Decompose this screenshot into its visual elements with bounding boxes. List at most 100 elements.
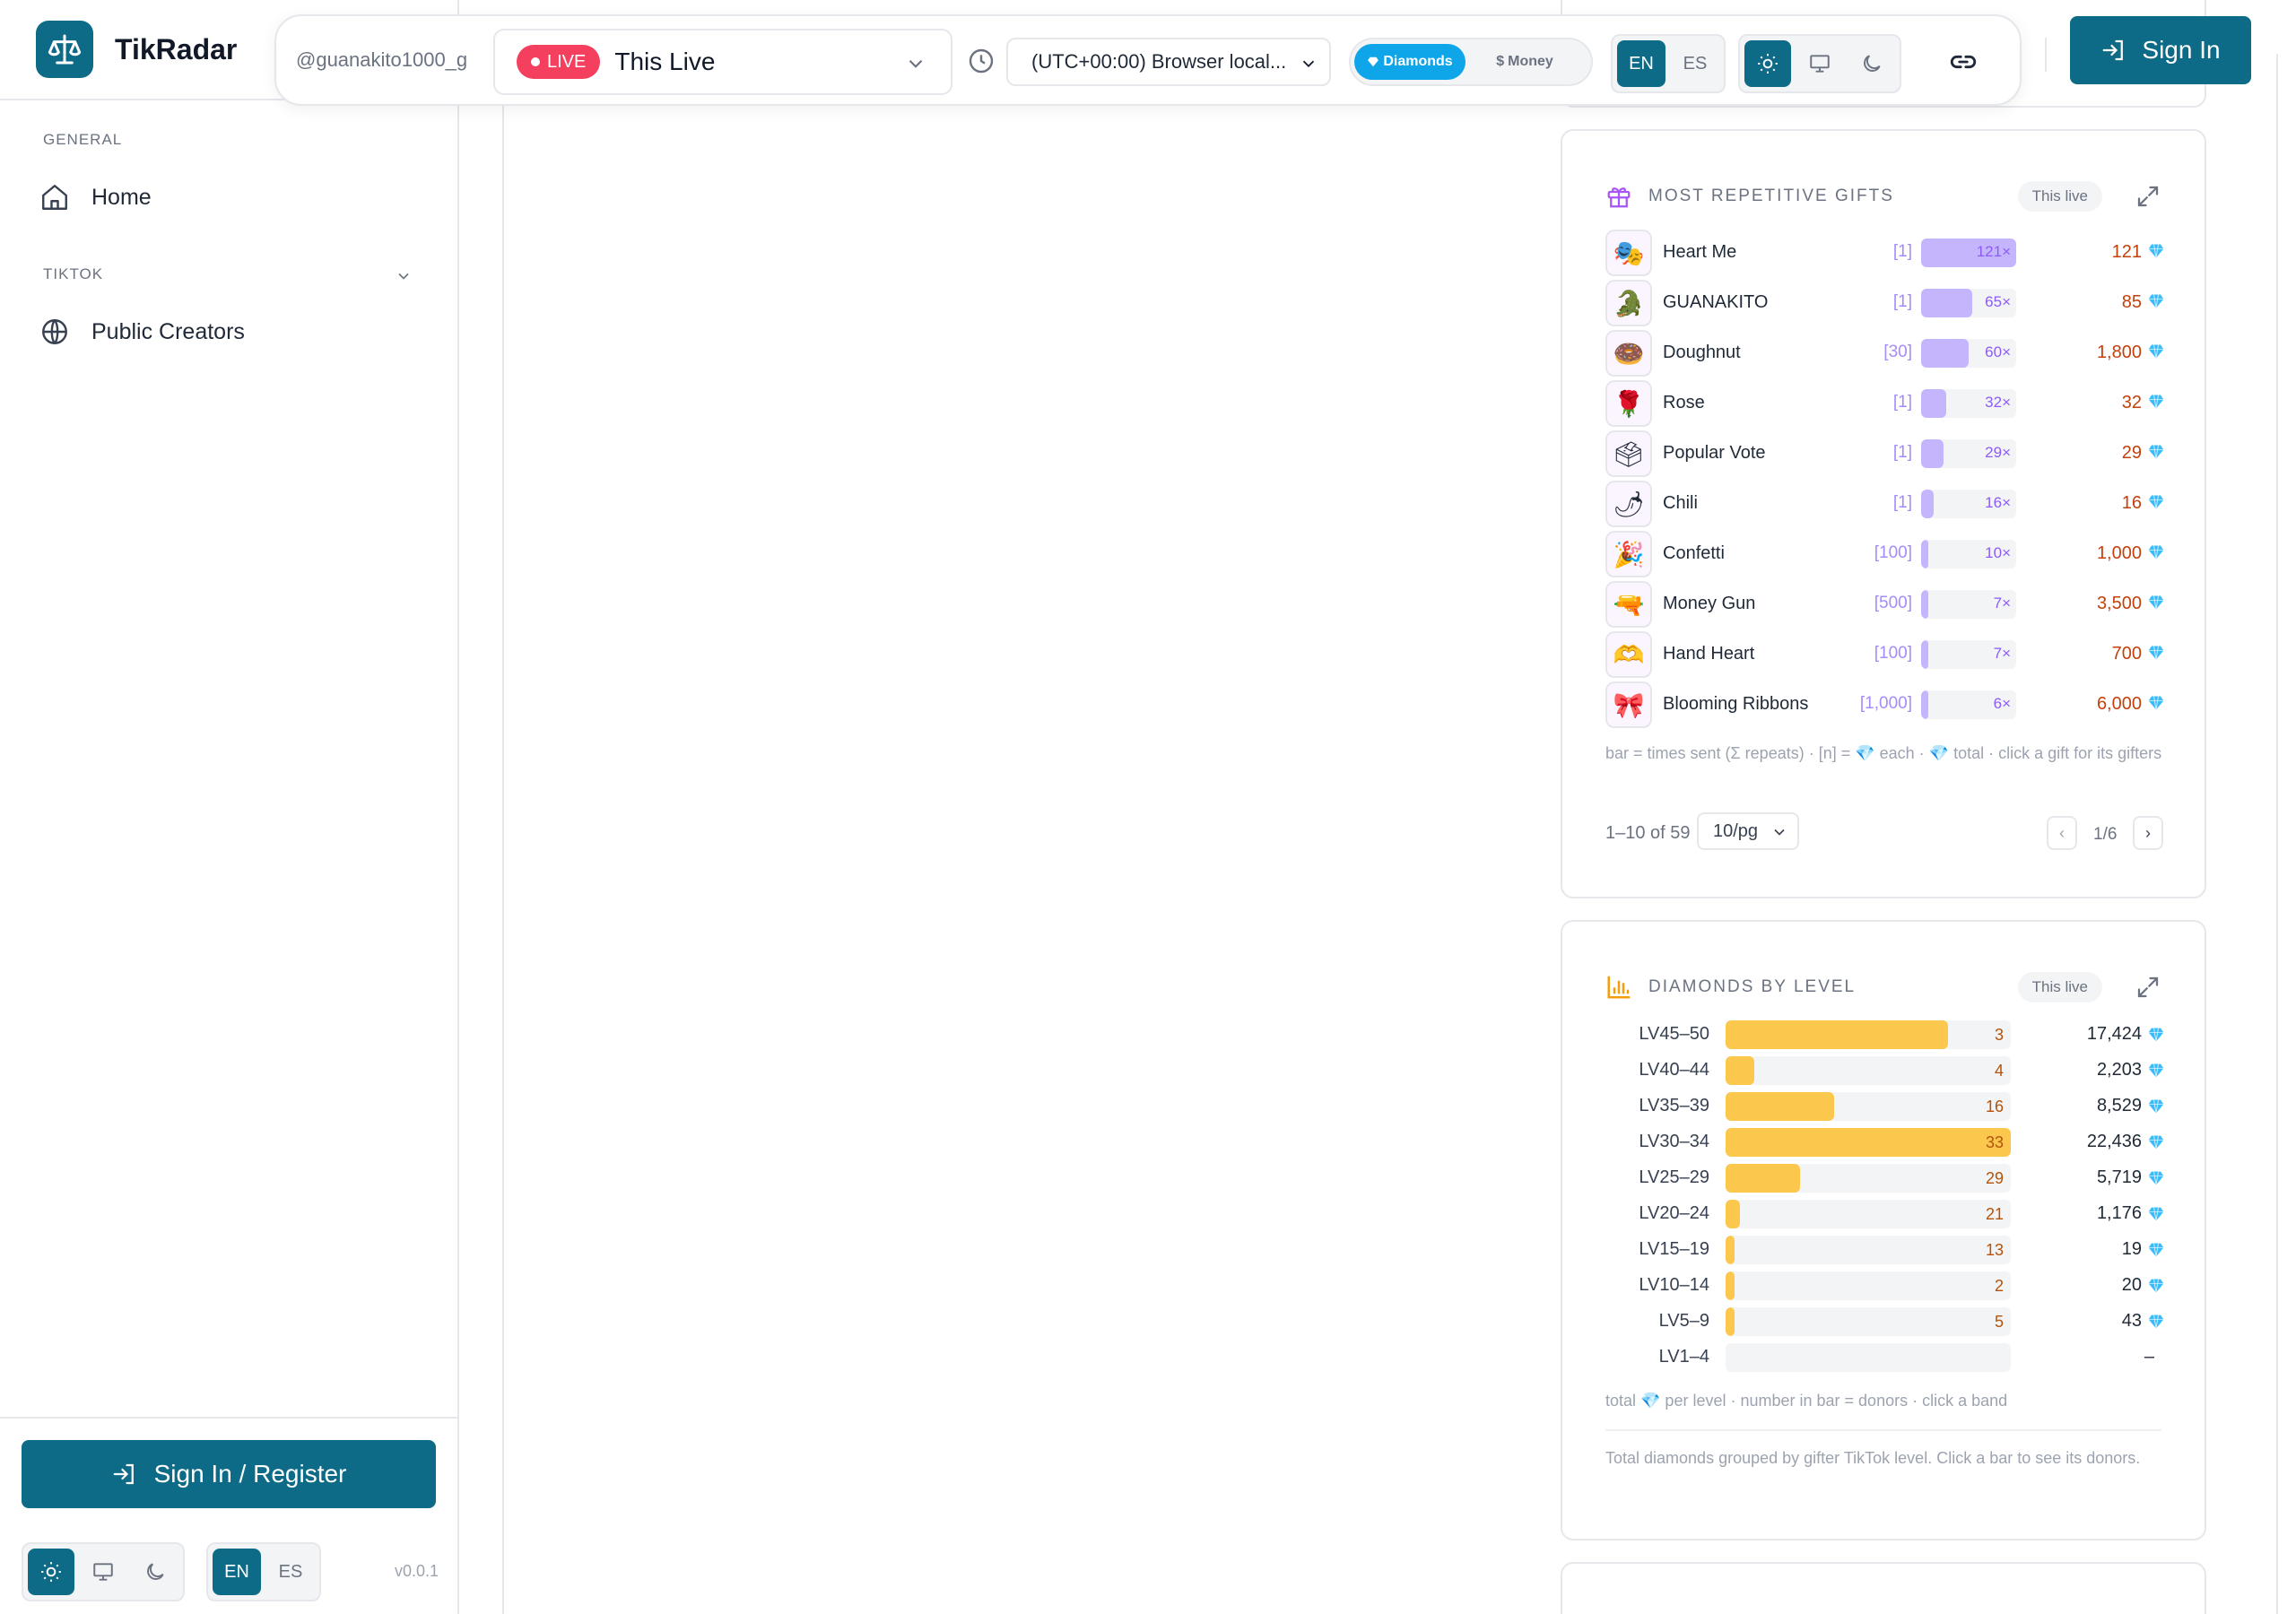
gift-bar[interactable]: 65× [1921, 289, 2016, 317]
gift-bar-fill [1921, 289, 1973, 317]
lang-en-button[interactable]: EN [213, 1549, 261, 1595]
level-bar[interactable] [1726, 1343, 2011, 1372]
lang-es-button[interactable]: ES [1671, 40, 1719, 87]
timezone-select[interactable]: (UTC+00:00) Browser local... [1006, 38, 1331, 86]
money-gun-gift-icon: 🔫 [1605, 581, 1652, 628]
light-theme-button[interactable] [1744, 40, 1791, 87]
popular-vote-gift-icon: 🗳 [1605, 430, 1652, 477]
light-theme-button[interactable] [28, 1549, 74, 1595]
divider [0, 1417, 459, 1419]
monitor-icon [93, 1563, 113, 1581]
sign-in-register-button[interactable]: Sign In / Register [22, 1440, 436, 1508]
gift-name: Doughnut [1663, 343, 1741, 362]
level-band-label: LV25–29 [1639, 1167, 1709, 1187]
sign-in-button[interactable]: Sign In [2070, 16, 2251, 84]
brand[interactable]: TikRadar [36, 20, 237, 79]
gift-bar[interactable]: 121× [1921, 239, 2016, 267]
money-label: Money [1508, 54, 1553, 69]
gift-row[interactable]: 🌶 Chili [1] 16× 16 [1605, 481, 2164, 529]
gift-row[interactable]: 🗳 Popular Vote [1] 29× 29 [1605, 430, 2164, 479]
diamonds-toggle-button[interactable]: Diamonds [1354, 44, 1465, 80]
gift-row[interactable]: 🍩 Doughnut [30] 60× 1,800 [1605, 330, 2164, 378]
money-toggle-button[interactable]: $ Money [1469, 44, 1580, 80]
diamond-icon [2147, 1313, 2165, 1335]
dark-theme-button[interactable] [132, 1549, 178, 1595]
level-band-label: LV35–39 [1639, 1096, 1709, 1115]
level-bar[interactable]: 4 [1726, 1056, 2011, 1085]
diamond-icon [2147, 443, 2165, 465]
level-bar[interactable]: 33 [1726, 1128, 2011, 1157]
level-donor-count: 3 [1994, 1026, 2004, 1044]
link-icon[interactable] [1948, 47, 1979, 77]
gift-unit-value: [100] [1874, 543, 1912, 562]
level-donor-count: 29 [1985, 1169, 2004, 1187]
dark-theme-button[interactable] [1848, 40, 1895, 87]
level-band-row[interactable]: LV10–14 2 20 [1605, 1271, 2164, 1300]
expand-icon[interactable] [2135, 183, 2161, 210]
gift-bar[interactable]: 6× [1921, 690, 2016, 719]
level-bar[interactable]: 29 [1726, 1164, 2011, 1193]
gift-name: Rose [1663, 393, 1705, 412]
gift-bar[interactable]: 16× [1921, 490, 2016, 518]
live-session-select[interactable]: LIVE This Live [493, 29, 952, 95]
level-band-row[interactable]: LV5–9 5 43 [1605, 1307, 2164, 1336]
gift-bar[interactable]: 29× [1921, 439, 2016, 468]
level-band-label: LV10–14 [1639, 1275, 1709, 1295]
gift-unit-value: [1] [1892, 443, 1912, 462]
level-band-row[interactable]: LV15–19 13 19 [1605, 1236, 2164, 1264]
gift-bar[interactable]: 7× [1921, 640, 2016, 669]
system-theme-button[interactable] [1796, 40, 1843, 87]
gift-row[interactable]: 🎉 Confetti [100] 10× 1,000 [1605, 531, 2164, 579]
sun-icon [1758, 54, 1778, 74]
gift-times-sent: 7× [1993, 645, 2011, 662]
scales-logo-icon [36, 21, 93, 78]
level-band-label: LV40–44 [1639, 1060, 1709, 1080]
level-band-row[interactable]: LV25–29 29 5,719 [1605, 1164, 2164, 1193]
level-band-row[interactable]: LV30–34 33 22,436 [1605, 1128, 2164, 1157]
guanakito-gift-icon: 🐊 [1605, 280, 1652, 326]
sidebar-item-home[interactable]: Home [39, 178, 152, 217]
level-band-row[interactable]: LV40–44 4 2,203 [1605, 1056, 2164, 1085]
level-band-row[interactable]: LV45–50 3 17,424 [1605, 1020, 2164, 1049]
sign-in-icon [113, 1463, 134, 1485]
lang-es-button[interactable]: ES [266, 1549, 315, 1595]
sign-in-register-label: Sign In / Register [153, 1460, 347, 1488]
gift-row[interactable]: 🎀 Blooming Ribbons [1,000] 6× 6,000 [1605, 681, 2164, 730]
gift-row[interactable]: 🌹 Rose [1] 32× 32 [1605, 380, 2164, 429]
gift-bar[interactable]: 7× [1921, 590, 2016, 619]
level-band-row[interactable]: LV35–39 16 8,529 [1605, 1092, 2164, 1121]
gift-bar[interactable]: 32× [1921, 389, 2016, 418]
expand-icon[interactable] [2135, 974, 2161, 1001]
level-bar[interactable]: 5 [1726, 1307, 2011, 1336]
gift-bar-fill [1921, 389, 1946, 418]
sidebar-item-public-creators[interactable]: Public Creators [39, 312, 245, 351]
level-band-row[interactable]: LV20–24 21 1,176 [1605, 1200, 2164, 1228]
level-bar[interactable]: 3 [1726, 1020, 2011, 1049]
system-theme-button[interactable] [80, 1549, 126, 1595]
level-bar[interactable]: 13 [1726, 1236, 2011, 1264]
gift-row[interactable]: 🐊 GUANAKITO [1] 65× 85 [1605, 280, 2164, 328]
next-page-button[interactable]: › [2133, 816, 2163, 850]
prev-page-button[interactable]: ‹ [2047, 816, 2077, 850]
per-page-select[interactable]: 10/pg [1697, 812, 1799, 850]
lang-en-button[interactable]: EN [1617, 40, 1665, 87]
username-field[interactable]: @guanakito1000_g [296, 48, 467, 72]
level-total: 8,529 [2096, 1096, 2142, 1115]
moon-icon [147, 1563, 164, 1580]
level-bar[interactable]: 16 [1726, 1092, 2011, 1121]
gift-total: 121 [2111, 242, 2142, 262]
level-band-label: LV45–50 [1639, 1024, 1709, 1044]
gift-times-sent: 29× [1985, 444, 2011, 461]
gift-bar[interactable]: 60× [1921, 339, 2016, 368]
gift-row[interactable]: 🎭 Heart Me [1] 121× 121 [1605, 230, 2164, 278]
gift-times-sent: 60× [1985, 343, 2011, 360]
level-donor-count: 4 [1994, 1062, 2004, 1080]
level-bar[interactable]: 2 [1726, 1271, 2011, 1300]
nav-section-tiktok[interactable]: TIKTOK [43, 265, 103, 283]
level-bar[interactable]: 21 [1726, 1200, 2011, 1228]
gift-row[interactable]: 🫶 Hand Heart [100] 7× 700 [1605, 631, 2164, 680]
chevron-down-icon[interactable] [395, 267, 413, 285]
gift-bar[interactable]: 10× [1921, 540, 2016, 568]
level-band-row[interactable]: LV1–4 – [1605, 1343, 2161, 1372]
gift-row[interactable]: 🔫 Money Gun [500] 7× 3,500 [1605, 581, 2164, 629]
